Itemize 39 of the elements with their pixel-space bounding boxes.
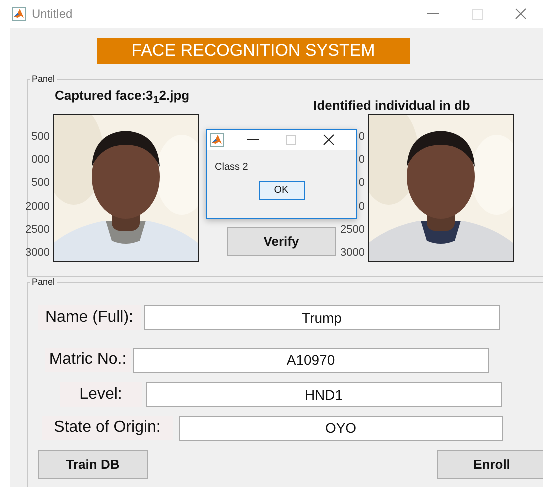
input-field[interactable]: HND1 — [146, 382, 502, 407]
maximize-icon — [286, 135, 296, 145]
axis-tick-label: 0 — [358, 155, 365, 166]
axis-tick-label: 2000 — [26, 202, 50, 213]
field-label: Level: — [60, 382, 142, 407]
verify-button[interactable]: Verify — [227, 227, 336, 256]
input-field[interactable]: OYO — [179, 416, 503, 440]
ok-button[interactable]: OK — [258, 181, 304, 200]
axis-tick-label: 3000 — [26, 248, 50, 259]
axis-tick-label: 000 — [32, 155, 50, 166]
panel-label: Panel — [31, 74, 56, 84]
input-field[interactable]: A10970 — [133, 348, 489, 372]
minimize-icon — [427, 13, 439, 15]
close-icon — [323, 134, 335, 146]
axes-title: Captured face:3$_{1}$2.jpg — [55, 88, 190, 104]
minimize-icon — [247, 139, 259, 141]
axis-tick-label: 0 — [358, 202, 365, 213]
axis-tick-label: 2500 — [340, 224, 365, 236]
axis-tick-label: 500 — [32, 178, 50, 190]
close-icon — [515, 8, 527, 20]
app-icon — [210, 133, 224, 147]
field-label: Name (Full): — [38, 305, 141, 330]
app-icon — [12, 7, 26, 21]
axis-tick-label: 0 — [358, 132, 365, 143]
enroll-button[interactable]: Enroll — [437, 450, 543, 479]
dialog-message: Class 2 — [215, 162, 250, 173]
window-title: Untitled — [32, 7, 74, 21]
axis-tick-label: 0 — [358, 178, 365, 190]
input-field[interactable]: Trump — [144, 305, 500, 330]
banner: FACE RECOGNITION SYSTEM — [97, 38, 410, 64]
train-button[interactable]: Train DB — [38, 450, 148, 479]
panel-label: Panel — [31, 277, 56, 287]
maximize-icon — [472, 8, 482, 20]
axis-tick-label: 2500 — [26, 224, 50, 236]
axis-tick-label: 500 — [32, 132, 50, 143]
axis-tick-label: 3000 — [340, 248, 365, 259]
field-label: State of Origin: — [42, 416, 173, 440]
field-label: Matric No.: — [45, 348, 131, 372]
axes-title: Identified individual in db — [314, 98, 470, 114]
